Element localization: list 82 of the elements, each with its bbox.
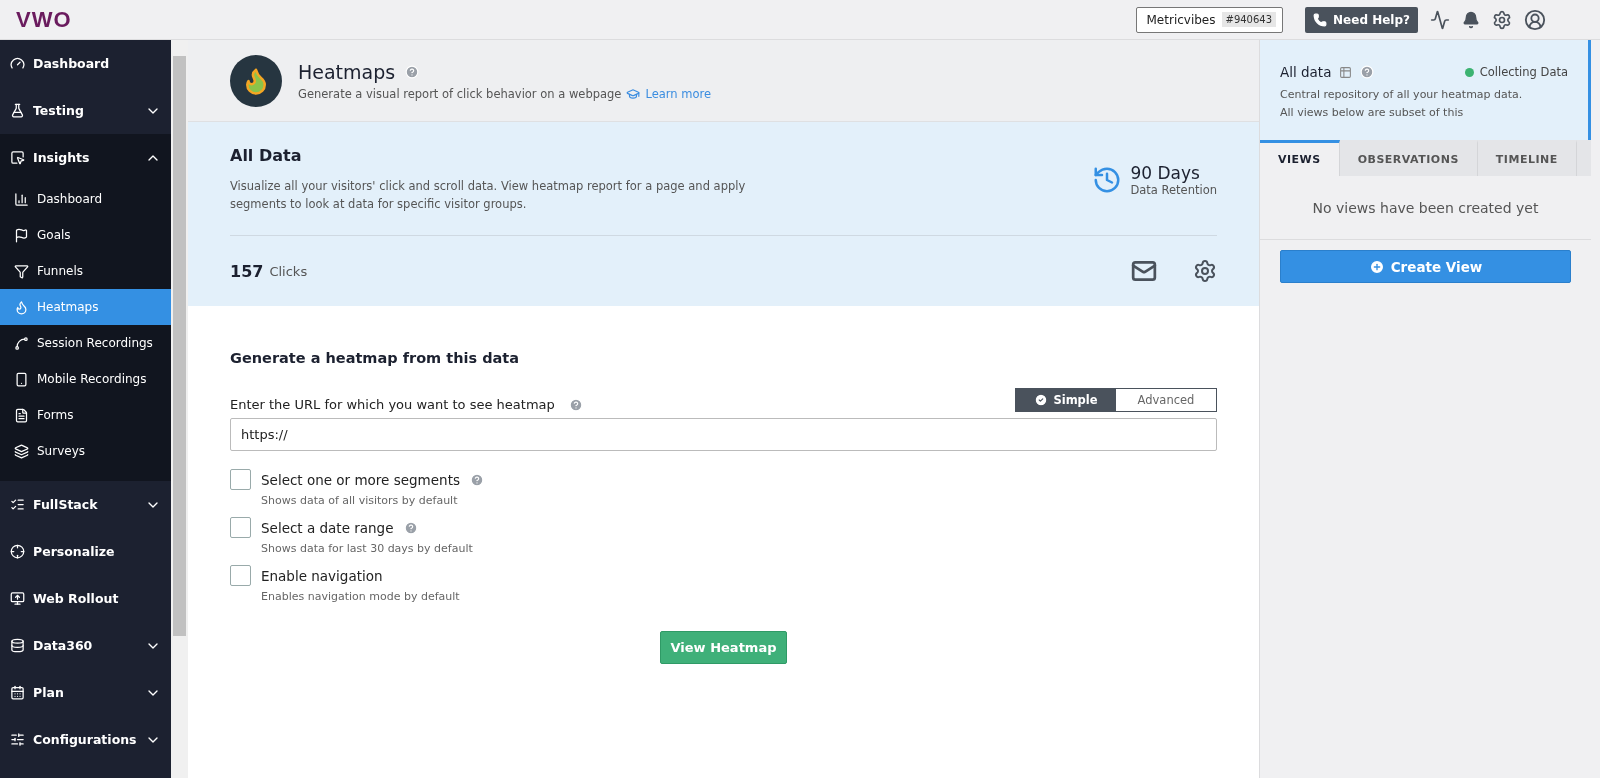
- sidebar-item[interactable]: Plan: [0, 669, 171, 716]
- sidebar-item[interactable]: Data360: [0, 622, 171, 669]
- help-button[interactable]: Need Help?: [1305, 6, 1418, 33]
- sidebar-subitem[interactable]: Session Recordings: [0, 325, 171, 361]
- phone-icon: [1313, 12, 1328, 27]
- sidebar-item[interactable]: Testing: [0, 87, 171, 134]
- sidebar-item[interactable]: Insights: [0, 134, 171, 181]
- settings-icon[interactable]: [1193, 259, 1217, 283]
- checkbox[interactable]: [230, 517, 251, 538]
- page-title: Heatmaps: [298, 60, 396, 83]
- panel-tab[interactable]: VIEWS: [1260, 140, 1340, 176]
- panel-description: Central repository of all your heatmap data.: [1280, 87, 1524, 103]
- funnel-icon: [14, 263, 29, 279]
- sidebar-subitem[interactable]: Surveys: [0, 433, 171, 469]
- calendar-icon: [10, 685, 25, 700]
- help-icon[interactable]: [403, 520, 418, 535]
- monitor-icon: [10, 591, 25, 606]
- plus-icon: [1368, 258, 1385, 275]
- section-title: All Data: [230, 146, 303, 165]
- sidebar-item[interactable]: Configurations: [0, 716, 171, 763]
- page-subtitle: Generate a visual report of click behavior on a webpage: [298, 86, 622, 101]
- sidebar-subitem[interactable]: Goals: [0, 217, 171, 253]
- panel-description: All views below are subset of this: [1280, 105, 1465, 121]
- retention-label: Data Retention: [1130, 182, 1217, 197]
- gauge-icon: [10, 56, 25, 71]
- sliders-icon: [10, 732, 25, 747]
- crosshair-icon: [10, 544, 25, 559]
- url-label: Enter the URL for which you want to see heatmap: [230, 397, 555, 412]
- option-hint: Shows data for last 30 days by default: [261, 542, 473, 555]
- option-hint: Enables navigation mode by default: [261, 590, 460, 603]
- graduation-cap-icon: [626, 86, 641, 101]
- settings-icon[interactable]: [1492, 9, 1512, 30]
- status-dot: [1464, 67, 1474, 77]
- phone-icon: [14, 371, 29, 387]
- help-icon[interactable]: [469, 472, 484, 487]
- scrollbar-thumb[interactable]: [173, 56, 186, 636]
- sidebar-subitem[interactable]: Dashboard: [0, 181, 171, 217]
- help-icon[interactable]: [1360, 65, 1375, 79]
- flag-icon: [14, 227, 29, 243]
- sidebar-subitem[interactable]: Funnels: [0, 253, 171, 289]
- bell-icon[interactable]: [1462, 10, 1480, 29]
- mode-toggle[interactable]: Simple: [1016, 389, 1116, 411]
- panel-title: All data: [1280, 64, 1332, 80]
- option-label: Select a date range: [261, 519, 394, 536]
- database-icon: [10, 638, 25, 653]
- logo[interactable]: VWO: [16, 6, 72, 33]
- clicks-count: 157: [230, 261, 264, 281]
- retention-value: 90 Days: [1130, 162, 1201, 183]
- help-icon[interactable]: [405, 64, 420, 79]
- flame-icon: [14, 299, 29, 315]
- mail-icon[interactable]: [1131, 258, 1157, 284]
- option-hint: Shows data of all visitors by default: [261, 494, 459, 507]
- checkbox[interactable]: [230, 469, 251, 490]
- pulse-icon[interactable]: [1430, 9, 1450, 30]
- document-icon: [14, 407, 29, 423]
- option-label: Enable navigation: [261, 567, 383, 584]
- sidebar-item[interactable]: Dashboard: [0, 40, 171, 87]
- form-title: Generate a heatmap from this data: [230, 350, 521, 366]
- sidebar-item[interactable]: Personalize: [0, 528, 171, 575]
- account-id: #940643: [1221, 12, 1277, 27]
- sidebar-subitem[interactable]: Forms: [0, 397, 171, 433]
- option-label: Select one or more segments: [261, 471, 460, 488]
- url-input[interactable]: https://: [230, 418, 1217, 451]
- chart-icon: [14, 191, 29, 207]
- section-description: Visualize all your visitors' click and scroll data. View heatmap report for a page and apply segments to look at data for specific visitor groups.: [230, 178, 747, 213]
- avatar-icon[interactable]: [1524, 8, 1546, 31]
- sidebar-subitem[interactable]: Mobile Recordings: [0, 361, 171, 397]
- layers-icon: [14, 443, 29, 459]
- check-icon: [1034, 393, 1049, 407]
- squiggle-icon: [14, 335, 29, 351]
- clicks-label: Clicks: [269, 263, 308, 279]
- cursor-icon: [10, 150, 25, 165]
- help-icon[interactable]: [568, 397, 583, 412]
- table-icon: [1339, 65, 1353, 79]
- account-button[interactable]: Metricvibes #940643: [1135, 6, 1284, 33]
- flask-icon: [10, 103, 25, 118]
- checkbox[interactable]: [230, 565, 251, 586]
- sidebar-item[interactable]: FullStack: [0, 481, 171, 528]
- flame-badge: [230, 54, 282, 107]
- sidebar-item[interactable]: Web Rollout: [0, 575, 171, 622]
- status-label: Collecting Data: [1479, 65, 1568, 79]
- list-icon: [10, 497, 25, 512]
